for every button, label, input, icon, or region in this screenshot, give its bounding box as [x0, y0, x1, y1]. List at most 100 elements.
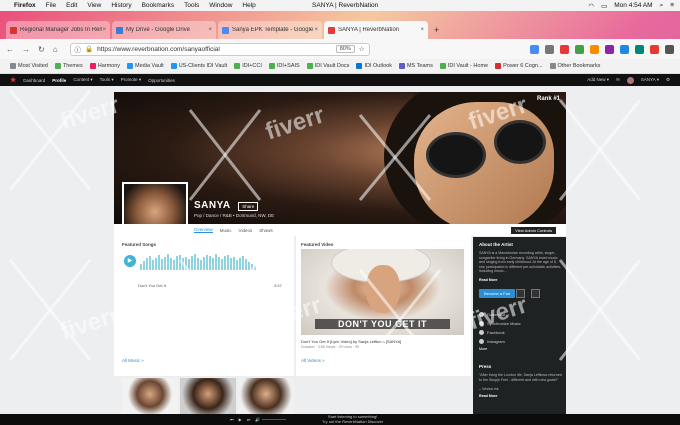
song-title[interactable]: Don't You Get It: [138, 283, 166, 288]
star-icon[interactable]: ☆: [359, 45, 365, 53]
library-icon[interactable]: [545, 44, 554, 54]
message-icon[interactable]: [516, 289, 525, 298]
bookmark-item[interactable]: MS Teams: [398, 63, 433, 69]
become-fan-button[interactable]: Become a Fan: [479, 289, 516, 298]
menu-bookmarks[interactable]: Bookmarks: [142, 2, 175, 9]
tab-jobs[interactable]: Regional Manager Jobs In Rem... ×: [6, 21, 110, 39]
extension-icon[interactable]: [590, 44, 599, 54]
player-progress[interactable]: [262, 419, 286, 420]
volume-icon[interactable]: 🔊: [255, 417, 260, 422]
battery-icon[interactable]: ▭: [601, 2, 607, 10]
play-button[interactable]: ▶: [124, 255, 136, 267]
more-link[interactable]: More: [479, 347, 563, 352]
photo-thumbnail[interactable]: [180, 378, 236, 414]
bookmark-item[interactable]: IDI+CCI: [234, 63, 262, 69]
app-menu[interactable]: Firefox: [14, 2, 36, 9]
bookmark-item[interactable]: Most Visited: [10, 63, 48, 69]
menu-icon[interactable]: [665, 44, 674, 54]
waveform[interactable]: [140, 254, 256, 270]
tab-google-docs[interactable]: Sanya EPK Template - Google ... ×: [218, 21, 322, 39]
menu-history[interactable]: History: [111, 2, 131, 9]
bookmark-item[interactable]: IDI Outlook: [356, 63, 392, 69]
extension-icon[interactable]: [635, 44, 644, 54]
tab-overview[interactable]: Overview: [194, 227, 213, 233]
url-text[interactable]: https://www.reverbnation.com/sanyaoffici…: [97, 46, 220, 53]
extension-icon[interactable]: [575, 44, 584, 54]
notifications-icon[interactable]: ✉: [616, 77, 620, 83]
player-message-line2[interactable]: Try out the ReverbNation Discover: [322, 419, 383, 424]
clock[interactable]: Mon 4:54 AM: [614, 2, 652, 9]
nav-promote[interactable]: Promote ▾: [121, 77, 142, 83]
extension-icon[interactable]: [650, 44, 659, 54]
bookmark-item[interactable]: US-Clients IDI Vault: [170, 63, 227, 69]
tab-music[interactable]: Music: [220, 228, 232, 233]
search-icon[interactable]: ⌕: [660, 2, 664, 10]
bookmark-item[interactable]: Media Vault: [127, 63, 164, 69]
all-music-link[interactable]: All Music »: [122, 358, 144, 363]
all-videos-link[interactable]: All Videos »: [301, 358, 325, 363]
back-icon[interactable]: ←: [6, 45, 14, 54]
menu-view[interactable]: View: [87, 2, 101, 9]
close-icon[interactable]: ×: [314, 27, 318, 33]
user-menu[interactable]: SANYA ▾: [641, 77, 659, 83]
tab-shows[interactable]: Shows: [259, 228, 273, 233]
photo-thumbnail[interactable]: [238, 378, 294, 414]
extension-icon[interactable]: [560, 44, 569, 54]
settings-icon[interactable]: ⚙: [666, 77, 670, 83]
link-instagram[interactable]: Instagram: [479, 339, 505, 344]
tab-google-drive[interactable]: My Drive - Google Drive ×: [112, 21, 216, 39]
extension-icon[interactable]: [605, 44, 614, 54]
bookmark-item[interactable]: Other Bookmarks: [549, 63, 600, 69]
nav-dashboard[interactable]: Dashboard: [23, 78, 45, 83]
link-sync[interactable]: Synchronize Music: [479, 321, 521, 326]
home-icon[interactable]: ⌂: [53, 45, 58, 54]
close-icon[interactable]: ×: [102, 27, 106, 33]
extension-icon[interactable]: [620, 44, 629, 54]
next-icon[interactable]: ⏭: [247, 417, 251, 422]
wifi-icon[interactable]: ◠: [588, 2, 594, 10]
press-read-more[interactable]: Read More: [479, 394, 563, 399]
downloads-icon[interactable]: [530, 44, 539, 54]
tab-reverbnation[interactable]: SANYA | ReverbNation ×: [324, 21, 428, 39]
nav-tools[interactable]: Tools ▾: [100, 77, 114, 83]
add-new-menu[interactable]: Add New ▾: [587, 77, 609, 83]
video-thumbnail[interactable]: DON'T YOU GET IT: [301, 249, 464, 335]
forward-icon[interactable]: →: [22, 45, 30, 54]
reload-icon[interactable]: ↻: [38, 45, 45, 54]
photo-thumbnail[interactable]: [122, 378, 178, 414]
zoom-level[interactable]: 80%: [335, 45, 355, 53]
artist-avatar[interactable]: [122, 182, 188, 224]
nav-opportunities[interactable]: Opportunities: [148, 78, 175, 83]
admin-controls-button[interactable]: View Admin Controls: [511, 226, 556, 234]
user-avatar[interactable]: [626, 76, 634, 84]
link-facebook[interactable]: Facebook: [479, 330, 505, 335]
nav-profile[interactable]: Profile: [52, 78, 66, 83]
close-icon[interactable]: ×: [420, 27, 424, 33]
info-icon[interactable]: ⓘ: [75, 44, 82, 54]
more-options-icon[interactable]: [531, 289, 540, 298]
bookmark-item[interactable]: IDI Vault - Home: [439, 63, 488, 69]
menu-tools[interactable]: Tools: [184, 2, 199, 9]
url-bar[interactable]: ⓘ 🔒 https://www.reverbnation.com/sanyaof…: [69, 42, 370, 56]
menu-list-icon[interactable]: ≡: [670, 2, 674, 9]
tab-videos[interactable]: Videos: [239, 228, 253, 233]
bookmark-item[interactable]: Themes: [54, 63, 83, 69]
reverbnation-logo[interactable]: ★: [10, 76, 16, 84]
link-download[interactable]: Download: [479, 312, 505, 317]
video-title[interactable]: Don't You Get It [Lyric Video] by Sanja …: [301, 339, 401, 344]
play-icon[interactable]: ▶: [239, 417, 242, 422]
bookmark-item[interactable]: Harmony: [89, 63, 120, 69]
menu-edit[interactable]: Edit: [66, 2, 77, 9]
menu-window[interactable]: Window: [209, 2, 232, 9]
bookmark-item[interactable]: IDI Vault Docs: [306, 63, 349, 69]
nav-content[interactable]: Content ▾: [73, 77, 92, 83]
menu-file[interactable]: File: [46, 2, 56, 9]
new-tab-icon[interactable]: +: [434, 25, 439, 35]
previous-icon[interactable]: ⏮: [230, 417, 234, 422]
about-read-more[interactable]: Read More: [479, 278, 563, 283]
bookmark-item[interactable]: IDI+SAIS: [268, 63, 300, 69]
share-button[interactable]: Share: [238, 201, 259, 211]
bookmark-item[interactable]: Power 6 Cogn...: [495, 63, 543, 69]
close-icon[interactable]: ×: [208, 27, 212, 33]
menu-help[interactable]: Help: [242, 2, 255, 9]
